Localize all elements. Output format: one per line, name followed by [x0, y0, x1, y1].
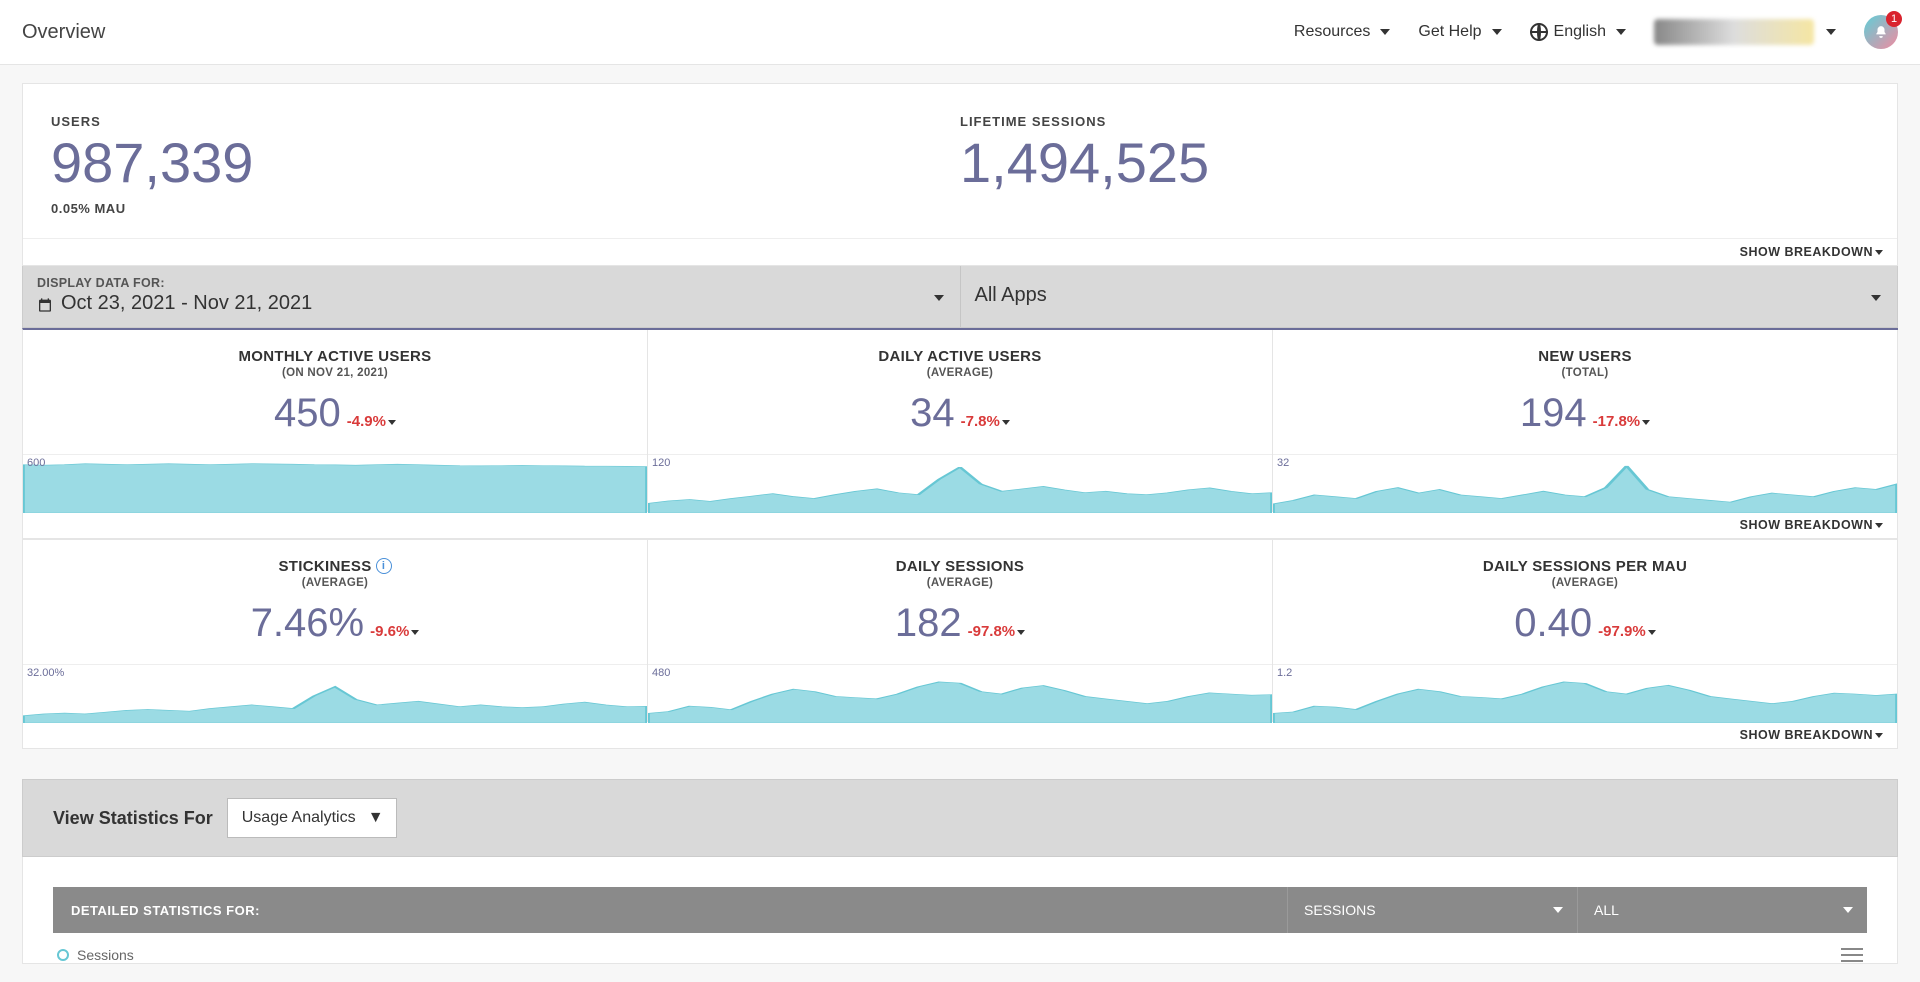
sparkline-chart [648, 455, 1272, 513]
date-range-picker[interactable]: DISPLAY DATA FOR: Oct 23, 2021 - Nov 21,… [23, 266, 961, 327]
chevron-down-icon [1867, 289, 1881, 305]
metric-subtitle: (AVERAGE) [658, 577, 1262, 589]
metric-subtitle: (ON NOV 21, 2021) [33, 367, 637, 379]
metric-subtitle: (AVERAGE) [1283, 577, 1887, 589]
apps-value: All Apps [975, 284, 1047, 307]
info-icon[interactable]: i [376, 558, 392, 574]
notifications-button[interactable]: 1 [1864, 15, 1898, 49]
language-menu[interactable]: English [1530, 23, 1626, 41]
metric-title: NEW USERS [1283, 348, 1887, 365]
metric-subtitle: (AVERAGE) [658, 367, 1262, 379]
metric-cell: NEW USERS (TOTAL) 194 -17.8% 32 [1273, 330, 1898, 512]
get-help-menu[interactable]: Get Help [1418, 23, 1501, 41]
detailed-stats-label: DETAILED STATISTICS FOR: [53, 903, 1287, 918]
show-breakdown-row2[interactable]: SHOW BREAKDOWN [22, 722, 1898, 749]
metric-delta[interactable]: -97.8% [968, 623, 1026, 640]
sparkline-chart [648, 665, 1272, 723]
sparkline-chart [23, 455, 647, 513]
view-stats-label: View Statistics For [53, 808, 213, 829]
metric-cell: MONTHLY ACTIVE USERS (ON NOV 21, 2021) 4… [23, 330, 648, 512]
chart-menu-icon[interactable] [1841, 948, 1863, 962]
notifications-badge: 1 [1886, 11, 1902, 27]
chart-legend: Sessions [53, 933, 1867, 963]
filter-row: DISPLAY DATA FOR: Oct 23, 2021 - Nov 21,… [22, 266, 1898, 328]
header-right: Resources Get Help English 1 [1294, 15, 1898, 49]
stats-header: View Statistics For Usage Analytics ▼ [22, 779, 1898, 857]
spark-axis-label: 600 [27, 457, 45, 469]
metric-value: 0.40 [1514, 601, 1592, 646]
calendar-icon [37, 296, 53, 312]
metric-title: DAILY ACTIVE USERS [658, 348, 1262, 365]
metric-value: 194 [1520, 391, 1587, 436]
metric-grid-row-2: STICKINESSi (AVERAGE) 7.46% -9.6% 32.00%… [22, 539, 1898, 722]
page-title: Overview [22, 21, 105, 44]
metric-title: DAILY SESSIONS [658, 558, 1262, 575]
metric-value: 182 [895, 601, 962, 646]
lifetime-value: 1,494,525 [960, 135, 1869, 191]
metric-value: 34 [910, 391, 955, 436]
account-menu[interactable] [1654, 19, 1836, 45]
caret-down-icon [1553, 907, 1563, 913]
lifetime-sessions-total: LIFETIME SESSIONS 1,494,525 [960, 114, 1869, 216]
spark-axis-label: 120 [652, 457, 670, 469]
stats-body: DETAILED STATISTICS FOR: SESSIONS ALL Se… [22, 857, 1898, 964]
apps-picker[interactable]: All Apps [961, 266, 1898, 327]
users-value: 987,339 [51, 135, 960, 191]
top-header: Overview Resources Get Help English 1 [0, 0, 1920, 65]
detailed-stats-bar: DETAILED STATISTICS FOR: SESSIONS ALL [53, 887, 1867, 933]
legend-label: Sessions [77, 947, 134, 963]
metric-delta[interactable]: -97.9% [1598, 623, 1656, 640]
sparkline-chart [1273, 455, 1897, 513]
metric-cell: STICKINESSi (AVERAGE) 7.46% -9.6% 32.00% [23, 540, 648, 722]
metric-delta[interactable]: -7.8% [961, 413, 1010, 430]
spark-axis-label: 480 [652, 667, 670, 679]
metric-delta[interactable]: -4.9% [347, 413, 396, 430]
view-stats-select[interactable]: Usage Analytics ▼ [227, 798, 397, 838]
stats-filter-select[interactable]: ALL [1577, 887, 1867, 933]
spark-axis-label: 32 [1277, 457, 1289, 469]
metric-grid-row-1: MONTHLY ACTIVE USERS (ON NOV 21, 2021) 4… [22, 328, 1898, 512]
metric-subtitle: (AVERAGE) [33, 577, 637, 589]
show-breakdown-row1[interactable]: SHOW BREAKDOWN [22, 512, 1898, 539]
metric-cell: DAILY SESSIONS (AVERAGE) 182 -97.8% 480 [648, 540, 1273, 722]
caret-down-icon [1843, 907, 1853, 913]
totals-card: USERS 987,339 0.05% MAU LIFETIME SESSION… [22, 83, 1898, 266]
metric-cell: DAILY ACTIVE USERS (AVERAGE) 34 -7.8% 12… [648, 330, 1273, 512]
metric-delta[interactable]: -17.8% [1593, 413, 1651, 430]
sparkline-chart [23, 665, 647, 723]
metric-subtitle: (TOTAL) [1283, 367, 1887, 379]
chevron-down-icon [930, 289, 944, 305]
bell-icon [1874, 25, 1888, 39]
resources-menu[interactable]: Resources [1294, 23, 1390, 41]
stats-metric-select[interactable]: SESSIONS [1287, 887, 1577, 933]
metric-delta[interactable]: -9.6% [370, 623, 419, 640]
legend-dot-icon [57, 949, 69, 961]
show-breakdown-totals[interactable]: SHOW BREAKDOWN [23, 238, 1897, 265]
caret-down-icon: ▼ [368, 809, 384, 827]
lifetime-label: LIFETIME SESSIONS [960, 114, 1869, 129]
display-data-label: DISPLAY DATA FOR: [37, 276, 946, 290]
users-total: USERS 987,339 0.05% MAU [51, 114, 960, 216]
metric-value: 450 [274, 391, 341, 436]
users-sublabel: 0.05% MAU [51, 201, 960, 216]
metric-cell: DAILY SESSIONS PER MAU (AVERAGE) 0.40 -9… [1273, 540, 1898, 722]
metric-title: MONTHLY ACTIVE USERS [33, 348, 637, 365]
users-label: USERS [51, 114, 960, 129]
globe-icon [1530, 23, 1548, 41]
metric-value: 7.46% [251, 601, 364, 646]
account-name-redacted [1654, 19, 1814, 45]
spark-axis-label: 32.00% [27, 667, 64, 679]
sparkline-chart [1273, 665, 1897, 723]
date-range-value: Oct 23, 2021 - Nov 21, 2021 [61, 292, 312, 315]
spark-axis-label: 1.2 [1277, 667, 1292, 679]
metric-title: DAILY SESSIONS PER MAU [1283, 558, 1887, 575]
metric-title: STICKINESSi [33, 558, 637, 575]
